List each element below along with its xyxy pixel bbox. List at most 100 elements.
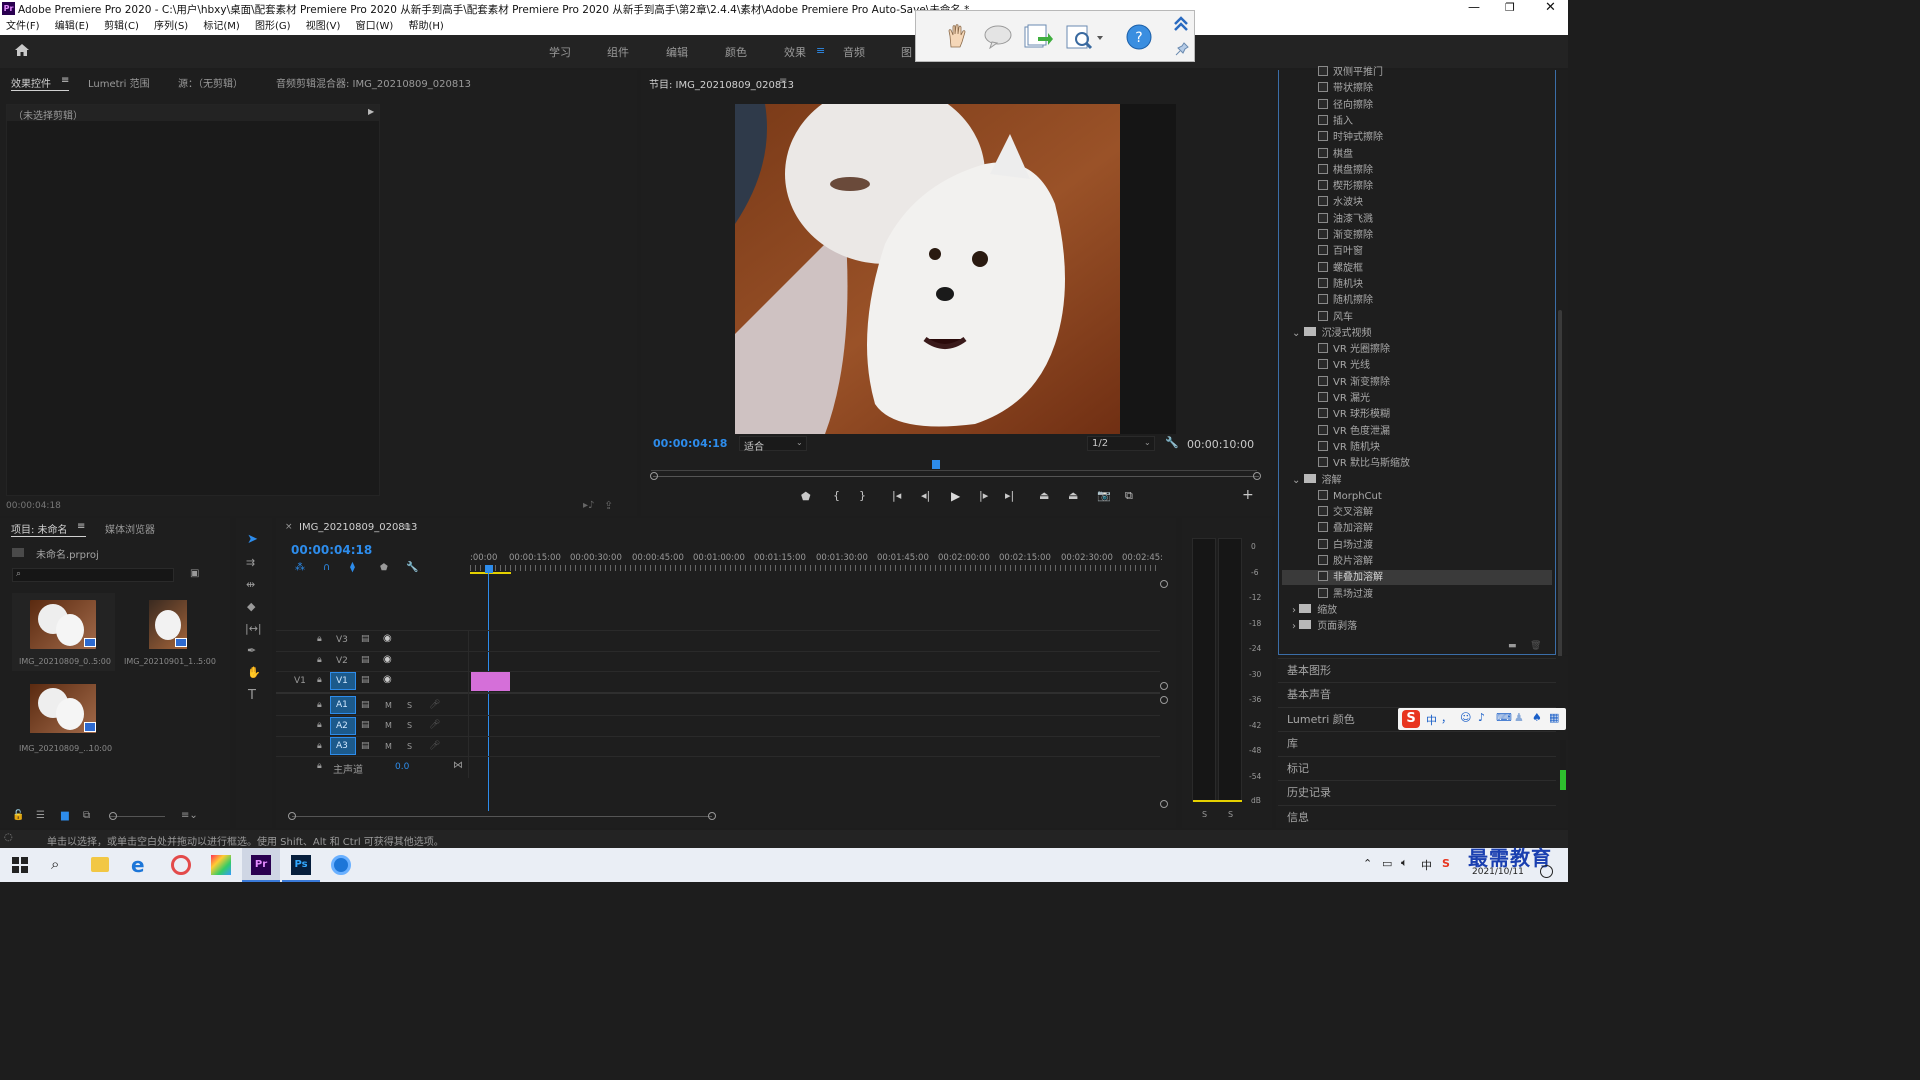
sync-lock-icon[interactable]: ▤ xyxy=(361,741,370,751)
effect-item[interactable]: VR 漏光 xyxy=(1318,392,1370,406)
sync-lock-icon[interactable]: ▤ xyxy=(361,655,370,665)
h-scroll-handle-right[interactable] xyxy=(708,812,716,820)
section-history[interactable]: 历史记录 xyxy=(1278,780,1556,804)
tab-effect-controls[interactable]: 效果控件 xyxy=(11,75,51,90)
effect-item[interactable]: VR 渐变擦除 xyxy=(1318,375,1390,390)
workspace-tab-color[interactable]: 颜色 xyxy=(725,44,747,60)
sogou-tray-icon[interactable]: S xyxy=(1442,857,1450,870)
mute-button[interactable]: M xyxy=(385,701,392,710)
lock-track-icon[interactable]: 🔒︎ xyxy=(317,655,322,665)
program-timecode[interactable]: 00:00:04:18 xyxy=(653,437,727,450)
help-icon[interactable]: ? xyxy=(1126,24,1152,50)
effects-scrollbar[interactable] xyxy=(1558,310,1562,660)
effect-item[interactable]: 水波块 xyxy=(1318,196,1363,210)
zoom-slider-handle[interactable] xyxy=(109,812,117,820)
mute-button[interactable]: M xyxy=(385,742,392,751)
timeline-timecode[interactable]: 00:00:04:18 xyxy=(291,543,372,557)
snipping-tool-icon[interactable] xyxy=(171,855,191,875)
effect-item[interactable]: VR 光线 xyxy=(1318,359,1370,373)
track-select-tool-icon[interactable]: ⇉ xyxy=(246,556,255,569)
effect-item[interactable]: 叠加溶解 xyxy=(1318,522,1373,536)
effect-folder[interactable]: ⌄ 沉浸式视频 xyxy=(1292,326,1372,341)
tab-menu-icon[interactable]: ≡ xyxy=(61,75,69,86)
project-search-input[interactable]: ⌕ xyxy=(12,568,174,582)
go-to-in-icon[interactable]: |◂ xyxy=(892,489,901,502)
menu-file[interactable]: 文件(F) xyxy=(6,18,40,35)
effect-item[interactable]: 非叠加溶解 xyxy=(1318,571,1383,585)
solo-button[interactable]: S xyxy=(407,701,412,710)
effect-item[interactable]: 油漆飞溅 xyxy=(1318,212,1373,227)
meter-solo-right[interactable]: S xyxy=(1228,810,1233,819)
effect-item[interactable]: 棋盘 xyxy=(1318,147,1353,162)
user-icon[interactable]: ♟ xyxy=(1514,711,1524,724)
zoom-handle-left[interactable] xyxy=(650,472,658,480)
zoom-slider[interactable] xyxy=(110,816,165,817)
hand-tool-icon[interactable]: ✋ xyxy=(247,666,261,679)
vertical-scroll-handle[interactable] xyxy=(1160,800,1168,808)
menu-edit[interactable]: 编辑(E) xyxy=(55,18,89,35)
icon-view-icon[interactable]: ▆ xyxy=(61,810,69,821)
workspace-tab-audio[interactable]: 音频 xyxy=(843,44,865,60)
track-label-v2[interactable]: V2 xyxy=(336,656,348,666)
effect-item[interactable]: 白场过渡 xyxy=(1318,538,1373,553)
workspace-tab-learn[interactable]: 学习 xyxy=(549,44,571,60)
timeline-settings-icon[interactable]: 🔧 xyxy=(406,562,418,573)
mini-ruler[interactable] xyxy=(651,463,1257,471)
effect-item[interactable]: 时钟式擦除 xyxy=(1318,131,1383,145)
effect-item[interactable]: 带状擦除 xyxy=(1318,82,1373,96)
sync-lock-icon[interactable]: ▤ xyxy=(361,675,370,685)
section-libraries[interactable]: 库 xyxy=(1278,731,1556,755)
pen-tool-icon[interactable]: ✒ xyxy=(247,644,256,657)
menu-graphics[interactable]: 图形(G) xyxy=(255,18,291,35)
ime-tray-icon[interactable]: 中 xyxy=(1421,857,1432,873)
master-volume-value[interactable]: 0.0 xyxy=(395,762,409,772)
effect-item[interactable]: 胶片溶解 xyxy=(1318,555,1373,569)
tablet-app-icon[interactable] xyxy=(331,855,351,875)
section-info[interactable]: 信息 xyxy=(1278,805,1556,829)
collapse-up-icon[interactable] xyxy=(1172,15,1190,33)
effect-item[interactable]: 黑场过渡 xyxy=(1318,587,1373,602)
effect-item[interactable]: 风车 xyxy=(1318,310,1353,325)
effect-item[interactable]: 楔形擦除 xyxy=(1318,180,1373,194)
notification-icon[interactable] xyxy=(1540,865,1553,878)
section-essential-sound[interactable]: 基本声音 xyxy=(1278,682,1556,706)
project-tab-menu-icon[interactable]: ≡ xyxy=(77,521,85,532)
marker-icon[interactable]: ⬟ xyxy=(380,563,388,573)
effect-item[interactable]: VR 默比乌斯缩放 xyxy=(1318,457,1410,471)
project-item[interactable]: IMG_20210901_1... 5:00 xyxy=(117,593,220,671)
program-menu-icon[interactable]: ≡ xyxy=(779,76,787,87)
premiere-taskbar-button[interactable]: Pr xyxy=(242,848,280,882)
solo-button[interactable]: S xyxy=(407,721,412,730)
close-sequence-icon[interactable]: × xyxy=(285,522,293,532)
comment-icon[interactable] xyxy=(984,25,1012,50)
vertical-scroll-handle[interactable] xyxy=(1160,682,1168,690)
chevron-down-icon[interactable]: ⌄ xyxy=(1292,475,1304,486)
lift-icon[interactable]: ⏏ xyxy=(1039,489,1049,502)
source-patch-v1[interactable]: V1 xyxy=(294,676,306,686)
razor-tool-icon[interactable]: ◆ xyxy=(247,600,255,613)
tab-source[interactable]: 源：（无剪辑） xyxy=(178,75,243,90)
file-explorer-icon[interactable] xyxy=(91,857,109,872)
sync-lock-icon[interactable]: ▤ xyxy=(361,720,370,730)
emoji-icon[interactable]: ☺ xyxy=(1460,711,1471,724)
chevron-down-icon[interactable]: ⌄ xyxy=(1292,328,1304,339)
workspace-tab-assembly[interactable]: 组件 xyxy=(607,44,629,60)
pin-icon[interactable] xyxy=(1174,41,1190,57)
tab-lumetri-scopes[interactable]: Lumetri 范围 xyxy=(88,75,150,90)
keyboard-icon[interactable]: ⌨ xyxy=(1496,711,1512,724)
network-icon[interactable]: ▭ xyxy=(1382,857,1392,870)
type-tool-icon[interactable]: T xyxy=(248,688,256,703)
track-label-v3[interactable]: V3 xyxy=(336,635,348,645)
video-clip[interactable] xyxy=(471,672,510,691)
step-back-icon[interactable]: ◂| xyxy=(921,489,930,502)
ime-punctuation[interactable]: ， xyxy=(1441,710,1452,726)
workspace-menu-icon[interactable]: ≡ xyxy=(816,44,825,57)
go-to-end-icon[interactable]: ⋈ xyxy=(453,760,463,771)
time-ruler[interactable]: :00:00 00:00:15:00 00:00:30:00 00:00:45:… xyxy=(470,552,1164,576)
effect-folder[interactable]: › 缩放 xyxy=(1292,603,1337,618)
home-icon[interactable] xyxy=(14,43,30,57)
zoom-scrollbar[interactable] xyxy=(653,476,1259,477)
play-icon[interactable]: ▶ xyxy=(951,489,960,503)
eye-icon[interactable]: ◉ xyxy=(383,654,392,665)
menu-clip[interactable]: 剪辑(C) xyxy=(104,18,139,35)
